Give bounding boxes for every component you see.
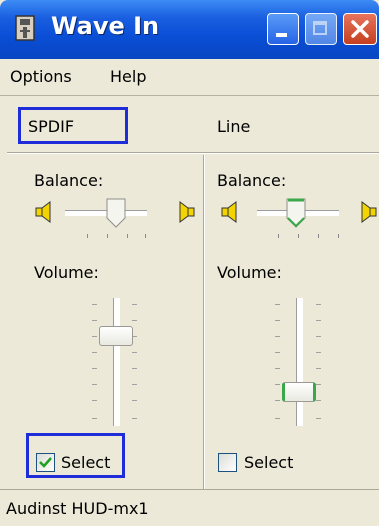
volume-track-line bbox=[296, 298, 303, 426]
balance-tick bbox=[145, 234, 146, 238]
volume-tick bbox=[92, 336, 97, 337]
volume-tick bbox=[132, 384, 137, 385]
title-bar[interactable]: Wave In bbox=[0, 0, 379, 59]
volume-tick bbox=[92, 400, 97, 401]
balance-slider-line[interactable] bbox=[286, 198, 306, 228]
balance-tick bbox=[107, 234, 108, 238]
close-button[interactable] bbox=[343, 13, 377, 45]
volume-tick bbox=[316, 304, 321, 305]
menu-bar: Options Help bbox=[0, 59, 379, 96]
minimize-button[interactable] bbox=[267, 13, 299, 45]
volume-slider-line[interactable] bbox=[282, 382, 316, 402]
window-title: Wave In bbox=[51, 12, 160, 40]
volume-label-line: Volume: bbox=[217, 263, 282, 282]
volume-tick bbox=[132, 368, 137, 369]
volume-tick bbox=[316, 400, 321, 401]
volume-tick bbox=[275, 352, 280, 353]
speaker-right-icon bbox=[179, 201, 195, 223]
volume-tick bbox=[92, 418, 97, 419]
volume-tick bbox=[132, 304, 137, 305]
volume-tick bbox=[316, 352, 321, 353]
volume-tick bbox=[275, 336, 280, 337]
wave-in-window: Wave In Options Help SPDIF Line Balance: bbox=[0, 0, 379, 526]
balance-tick bbox=[298, 234, 299, 238]
volume-tick bbox=[316, 336, 321, 337]
balance-label-spdif: Balance: bbox=[34, 171, 104, 190]
volume-tick bbox=[132, 352, 137, 353]
volume-tick bbox=[275, 320, 280, 321]
volume-tick bbox=[275, 304, 280, 305]
volume-tick bbox=[92, 304, 97, 305]
balance-tick bbox=[318, 234, 319, 238]
speaker-left-icon bbox=[35, 201, 51, 223]
balance-tick bbox=[87, 234, 88, 238]
volume-tick bbox=[132, 418, 137, 419]
volume-tick bbox=[92, 352, 97, 353]
status-bar: Audinst HUD-mx1 bbox=[0, 489, 379, 526]
channel-divider bbox=[203, 155, 205, 495]
volume-tick bbox=[316, 368, 321, 369]
volume-tick bbox=[275, 384, 280, 385]
volume-tick bbox=[92, 368, 97, 369]
volume-slider-spdif[interactable] bbox=[99, 326, 133, 346]
close-icon bbox=[351, 20, 369, 38]
volume-track-spdif bbox=[113, 298, 120, 426]
volume-tick bbox=[275, 418, 280, 419]
select-label-line[interactable]: Select bbox=[244, 453, 293, 472]
menu-options[interactable]: Options bbox=[10, 67, 72, 86]
volume-tick bbox=[316, 418, 321, 419]
balance-tick bbox=[338, 234, 339, 238]
select-checkbox-spdif[interactable] bbox=[36, 453, 55, 472]
volume-label-spdif: Volume: bbox=[34, 263, 99, 282]
maximize-button[interactable] bbox=[305, 13, 337, 45]
balance-label-line: Balance: bbox=[217, 171, 287, 190]
checkmark-icon bbox=[39, 457, 52, 468]
balance-tick bbox=[278, 234, 279, 238]
header-divider bbox=[7, 152, 379, 154]
channel-name-spdif: SPDIF bbox=[28, 117, 75, 136]
balance-slider-spdif[interactable] bbox=[106, 198, 126, 228]
volume-tick bbox=[275, 368, 280, 369]
select-checkbox-line[interactable] bbox=[218, 453, 237, 472]
volume-tick bbox=[316, 384, 321, 385]
menu-help[interactable]: Help bbox=[110, 67, 146, 86]
volume-tick bbox=[132, 320, 137, 321]
volume-tick bbox=[132, 400, 137, 401]
volume-tick bbox=[92, 320, 97, 321]
device-name: Audinst HUD-mx1 bbox=[6, 499, 149, 518]
speaker-left-icon bbox=[221, 201, 237, 223]
speaker-right-icon bbox=[361, 201, 377, 223]
volume-tick bbox=[92, 384, 97, 385]
balance-tick bbox=[127, 234, 128, 238]
volume-tick bbox=[316, 320, 321, 321]
app-icon[interactable] bbox=[14, 14, 36, 42]
select-label-spdif[interactable]: Select bbox=[61, 453, 110, 472]
channel-name-line: Line bbox=[217, 117, 251, 136]
volume-tick bbox=[275, 400, 280, 401]
